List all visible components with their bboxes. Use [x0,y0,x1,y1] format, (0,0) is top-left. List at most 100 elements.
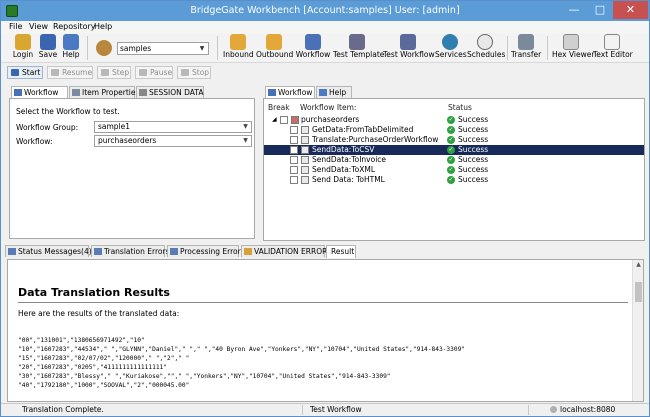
tab-processing-errors[interactable]: Processing Errors [167,245,245,257]
stop-button[interactable]: Stop [177,66,211,79]
menu-view[interactable]: View [29,21,48,33]
toolbar-separator [547,36,548,60]
tree-row-selected[interactable]: SendData:ToCSV ✓ Success [264,145,644,155]
step-icon [101,69,109,76]
minimize-button[interactable]: — [561,1,587,19]
run-controls: Start Resume Step Pause Stop [1,65,649,81]
scroll-up-icon[interactable]: ▲ [633,261,643,269]
menu-repository[interactable]: Repository [53,21,96,33]
schedules-button[interactable]: Schedules [467,34,505,62]
column-workflow-item: Workflow Item: [300,103,357,112]
tab-help[interactable]: Help [316,86,352,98]
break-checkbox[interactable] [290,126,298,134]
workflow-node-icon [291,116,299,124]
menu-help[interactable]: Help [94,21,112,33]
tree-row[interactable]: ◢ purchaseorders ✓ Success [264,115,644,125]
gear-icon [400,34,416,50]
account-select[interactable]: samples ▼ [117,42,209,55]
clock-icon [477,34,493,50]
break-checkbox[interactable] [290,156,298,164]
workflow-icon [268,89,276,96]
status-message: Translation Complete. [19,405,303,415]
chevron-down-icon: ▼ [243,123,248,130]
result-line: "20","1607283","0205","4111111111111111" [18,364,168,371]
gear-icon [349,34,365,50]
instruction-text: Select the Workflow to test. [16,107,120,116]
success-check-icon: ✓ [447,156,455,164]
status-workflow: Test Workflow [307,405,529,415]
resume-icon [51,69,59,76]
workflow-group-select[interactable]: sample1 ▼ [94,121,252,133]
result-line: "10","1607283","44534"," ","GLYNN","Dani… [18,346,466,353]
result-heading: Data Translation Results [18,286,170,299]
result-line: "30","1607283","Blessy"," ","Kuriakose",… [18,373,391,380]
status-grip [3,405,12,415]
tab-translation-errors[interactable]: Translation Errors [91,245,169,257]
tab-status-messages[interactable]: Status Messages(4) [5,245,92,257]
workflow-group-label: Workflow Group: [16,123,79,132]
tree-row[interactable]: SendData:ToInvoice ✓ Success [264,155,644,165]
workflow-button[interactable]: Workflow [295,34,331,62]
divider [18,302,628,303]
gear-icon [139,89,147,96]
vertical-scrollbar[interactable]: ▲ [632,260,643,401]
pause-button[interactable]: Pause [135,66,173,79]
save-button[interactable]: Save [37,34,59,62]
warning-icon [244,248,252,255]
workflow-tree-grid: Break Workflow Item: Status ◢ purchaseor… [263,98,645,241]
result-line: "40","1792180","1000","SOOVAL","2","0000… [18,382,190,389]
close-button[interactable]: ✕ [613,1,648,19]
outbound-button[interactable]: Outbound [256,34,293,62]
pause-icon [139,69,147,76]
login-button[interactable]: Login [11,34,35,62]
break-checkbox[interactable] [290,166,298,174]
help-button[interactable]: Help [61,34,81,62]
success-check-icon: ✓ [447,166,455,174]
menu-bar: File View Repository Help [1,21,649,33]
text-editor-button[interactable]: Text Editor [593,34,633,62]
hex-viewer-button[interactable]: Hex Viewer [552,34,594,62]
inbound-icon [230,34,246,50]
error-icon [94,248,102,255]
workflow-icon [305,34,321,50]
column-break: Break [268,103,290,112]
toolbar-separator [217,36,218,60]
menu-file[interactable]: File [9,21,22,33]
start-button[interactable]: Start [7,66,43,79]
result-line: "00","131001","1380656971492","10" [18,337,145,344]
test-workflow-button[interactable]: Test Workflow [383,34,435,62]
senddata-icon [301,146,309,154]
result-pane: Data Translation Results Here are the re… [7,259,644,402]
tab-result[interactable]: Result [326,245,356,258]
hex-viewer-icon [563,34,579,50]
tree-row[interactable]: GetData:FromTabDelimited ✓ Success [264,125,644,135]
transfer-button[interactable]: Transfer [511,34,541,62]
inbound-button[interactable]: Inbound [223,34,254,62]
workflow-icon [14,89,22,96]
test-template-button[interactable]: Test Template [333,34,384,62]
break-checkbox[interactable] [290,176,298,184]
expander-icon[interactable]: ◢ [272,115,277,125]
break-checkbox[interactable] [290,136,298,144]
toolbar: Login Save Help samples ▼ Inbound Outbou… [1,33,649,63]
tree-row[interactable]: Translate:PurchaseOrderWorkflow ✓ Succes… [264,135,644,145]
column-status: Status [448,103,472,112]
globe-icon [442,34,458,50]
success-check-icon: ✓ [447,116,455,124]
tab-item-properties[interactable]: Item Properties [69,86,139,98]
tree-row[interactable]: SendData:ToXML ✓ Success [264,165,644,175]
services-button[interactable]: Services [435,34,467,62]
workflow-select[interactable]: purchaseorders ▼ [94,135,252,147]
tree-row[interactable]: Send Data: ToHTML ✓ Success [264,175,644,185]
maximize-button[interactable]: □ [587,1,613,19]
step-button[interactable]: Step [97,66,131,79]
break-checkbox[interactable] [290,146,298,154]
break-checkbox[interactable] [280,116,288,124]
scroll-thumb[interactable] [635,282,642,302]
help-book-icon [319,89,327,96]
resume-button[interactable]: Resume [47,66,93,79]
tab-validation-errors[interactable]: VALIDATION ERRORS [241,245,332,257]
tab-session-data[interactable]: SESSION DATA [136,86,204,98]
app-window: BridgeGate Workbench [Account:samples] U… [0,0,650,417]
properties-icon [72,89,80,96]
